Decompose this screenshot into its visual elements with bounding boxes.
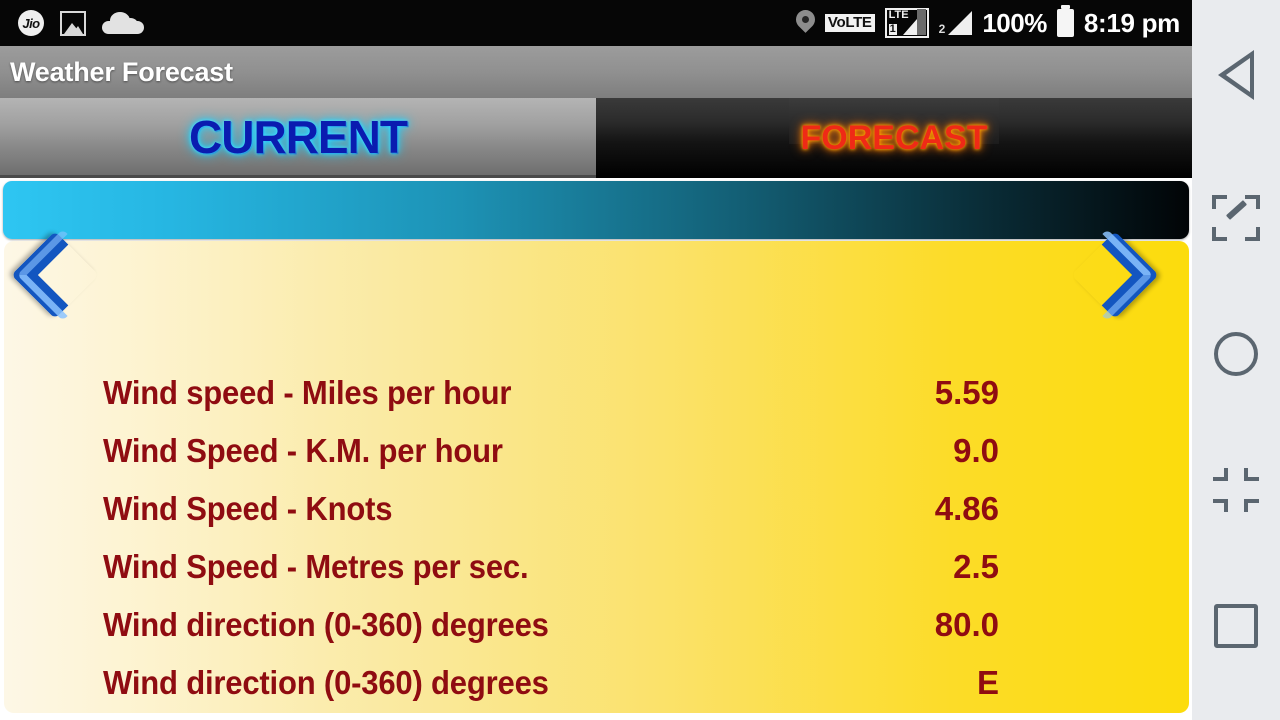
screenshot-edit-icon <box>1212 195 1260 241</box>
sim1-signal-icon: LTE 1 <box>884 8 929 38</box>
row-value: 4.86 <box>934 490 999 527</box>
row-label: Wind Speed - Knots <box>103 490 393 527</box>
gallery-icon <box>60 10 86 36</box>
row-value: 80.0 <box>934 606 999 643</box>
chevron-right-icon[interactable] <box>1068 231 1160 328</box>
tab-current-label: CURRENT <box>189 110 408 163</box>
tab-forecast-label: FORECAST <box>800 118 988 157</box>
row-label: Wind Speed - Metres per sec. <box>103 548 529 585</box>
row-label: Wind direction (0-360) degrees <box>103 606 549 643</box>
sim2-signal-icon: 2 <box>939 11 973 35</box>
back-triangle-icon <box>1218 50 1254 100</box>
phone-viewport: Jio VoLTE LTE 1 2 100% 8:19 pm Weather F… <box>0 0 1192 720</box>
screen: Jio VoLTE LTE 1 2 100% 8:19 pm Weather F… <box>0 0 1280 720</box>
list-item: Wind Speed - Metres per sec. 2.5 <box>4 548 1189 606</box>
wind-details-card: Wind speed - Miles per hour 5.59 Wind Sp… <box>4 241 1189 713</box>
list-item: Wind direction (0-360) degrees 80.0 <box>4 606 1189 664</box>
home-circle-icon <box>1214 332 1258 376</box>
row-value: 9.0 <box>953 432 999 469</box>
list-item: Wind Speed - K.M. per hour 9.0 <box>4 432 1189 490</box>
list-item: Wind direction (0-360) degrees E <box>4 664 1189 713</box>
nav-minimize-button[interactable] <box>1192 422 1280 558</box>
list-item: Wind Speed - Knots 4.86 <box>4 490 1189 548</box>
row-label: Wind direction (0-360) degrees <box>103 664 549 701</box>
nav-home-button[interactable] <box>1192 286 1280 422</box>
cloud-icon <box>102 12 144 34</box>
status-bar-right-icons: VoLTE LTE 1 2 100% 8:19 pm <box>796 5 1192 39</box>
chevron-left-icon[interactable] <box>8 231 100 328</box>
tab-bar: CURRENT FORECAST <box>0 98 1192 178</box>
navigation-rail <box>1192 0 1280 720</box>
nav-back-button[interactable] <box>1192 0 1280 150</box>
recents-square-icon <box>1214 604 1258 648</box>
tab-current[interactable]: CURRENT <box>0 98 596 178</box>
status-bar-left-icons: Jio <box>0 10 144 36</box>
row-label: Wind Speed - K.M. per hour <box>103 432 503 469</box>
row-value: 2.5 <box>953 548 999 585</box>
volte-badge: VoLTE <box>824 14 875 32</box>
nav-screenshot-button[interactable] <box>1192 150 1280 286</box>
jio-logo-icon: Jio <box>18 10 44 36</box>
app-title-bar: Weather Forecast <box>0 46 1192 98</box>
collapse-corners-icon <box>1213 468 1259 512</box>
sim2-number-label: 2 <box>938 22 946 36</box>
clock-label: 8:19 pm <box>1083 7 1180 38</box>
row-value: E <box>976 664 999 701</box>
sim1-number-label: 1 <box>888 23 897 35</box>
battery-full-icon <box>1056 5 1074 37</box>
page-title: Weather Forecast <box>10 56 233 87</box>
tab-forecast[interactable]: FORECAST <box>596 98 1192 178</box>
row-value: 5.59 <box>934 374 999 411</box>
nav-recents-button[interactable] <box>1192 558 1280 694</box>
wind-details-list: Wind speed - Miles per hour 5.59 Wind Sp… <box>4 374 1189 713</box>
row-label: Wind speed - Miles per hour <box>103 374 512 411</box>
location-banner[interactable] <box>3 181 1189 239</box>
battery-percent-label: 100% <box>982 7 1047 38</box>
list-item: Wind speed - Miles per hour 5.59 <box>4 374 1189 432</box>
status-bar: Jio VoLTE LTE 1 2 100% 8:19 pm <box>0 0 1192 46</box>
location-pin-icon <box>796 10 815 36</box>
